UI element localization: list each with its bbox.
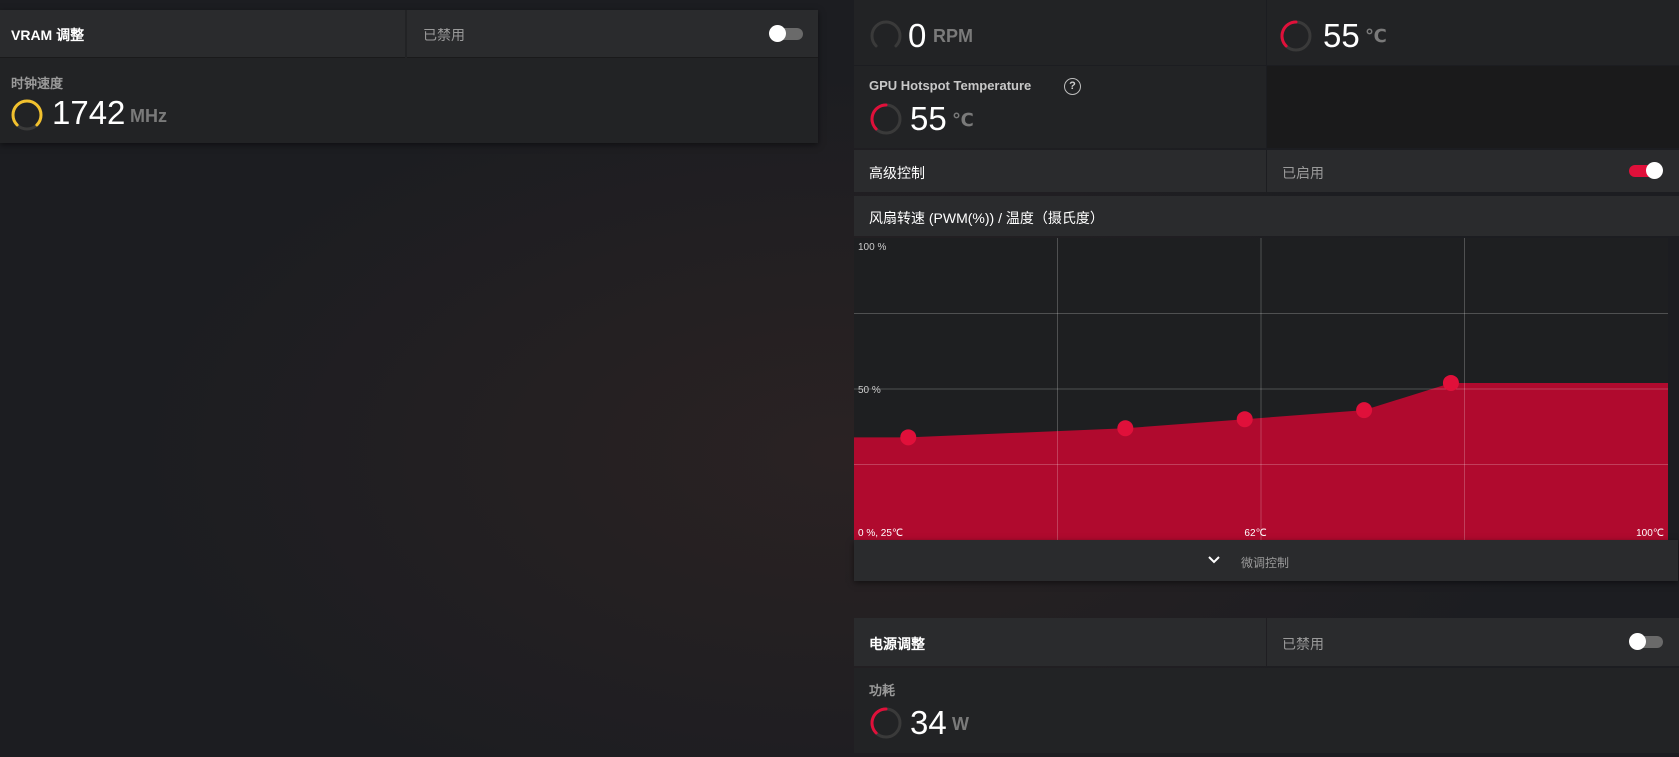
power-consumption-value: 34	[910, 704, 947, 741]
advanced-state: 已启用	[1282, 165, 1324, 181]
fan-rpm-value: 0	[908, 17, 927, 54]
fan-temp-value: 55	[1323, 17, 1360, 54]
help-icon[interactable]: ?	[1064, 78, 1081, 95]
hotspot-empty-cell	[1267, 66, 1679, 148]
temp-gauge-icon	[1280, 20, 1312, 52]
power-toggle[interactable]	[1629, 633, 1663, 650]
fan-temp-cell: 55 ℃	[1267, 0, 1679, 65]
power-state: 已禁用	[1282, 636, 1324, 652]
fan-curve-header: 风扇转速 (PWM(%)) / 温度（摄氏度）	[854, 196, 1679, 236]
hotspot-gauge-icon	[870, 103, 902, 135]
vram-header: VRAM 调整 已禁用	[0, 10, 818, 58]
curve-point[interactable]	[1442, 374, 1459, 391]
power-consumption-cell: 功耗 34 W	[854, 668, 1679, 753]
power-consumption-unit: W	[952, 714, 969, 734]
fan-curve-title: 风扇转速 (PWM(%)) / 温度（摄氏度）	[869, 210, 1104, 226]
advanced-toggle[interactable]	[1629, 162, 1663, 179]
curve-point[interactable]	[1236, 411, 1253, 428]
power-consumption-label: 功耗	[869, 683, 896, 698]
toggle-knob	[1646, 162, 1663, 179]
curve-point[interactable]	[1356, 402, 1373, 419]
vram-state: 已禁用	[423, 27, 465, 43]
vram-state-cell: 已禁用	[407, 10, 818, 58]
toggle-knob	[1629, 633, 1646, 650]
y-tick-label: 100 %	[858, 242, 886, 253]
vram-title-cell: VRAM 调整	[0, 10, 405, 58]
fan-rpm-cell: 0 RPM	[854, 0, 1266, 65]
power-title: 电源调整	[869, 636, 925, 652]
curve-point[interactable]	[900, 429, 917, 446]
clock-speed-value: 1742	[52, 94, 126, 131]
fan-temp-unit: ℃	[1365, 26, 1387, 46]
hotspot-unit: ℃	[952, 110, 974, 130]
advanced-control-label: 高级控制	[869, 165, 925, 181]
fan-curve-chart[interactable]: 100 % 50 % 0 %, 25℃ 62℃ 100℃	[854, 238, 1668, 540]
fan-curve-svg: 100 % 50 % 0 %, 25℃ 62℃ 100℃	[854, 238, 1668, 540]
toggle-knob	[769, 25, 786, 42]
vram-card: VRAM 调整 已禁用 时钟速度 1742 MHz	[0, 10, 818, 143]
y-tick-label: 50 %	[858, 385, 881, 396]
clock-speed-unit: MHz	[130, 106, 167, 126]
curve-point[interactable]	[1117, 420, 1134, 437]
vram-title: VRAM 调整	[11, 27, 85, 43]
chevron-down-icon[interactable]	[1206, 552, 1222, 568]
hotspot-value: 55	[910, 100, 947, 137]
power-gauge-icon	[870, 707, 902, 739]
clock-gauge-icon	[11, 99, 43, 131]
power-state-cell: 已禁用	[1267, 618, 1679, 666]
x-tick-label: 62℃	[1244, 528, 1266, 539]
fine-tune-label[interactable]: 微调控制	[1241, 554, 1289, 571]
x-tick-label: 0 %, 25℃	[858, 528, 903, 539]
hotspot-label: GPU Hotspot Temperature	[869, 78, 1032, 93]
x-tick-label: 100℃	[1636, 528, 1664, 539]
hotspot-cell: GPU Hotspot Temperature ? 55 ℃	[854, 66, 1266, 148]
power-title-cell: 电源调整	[854, 618, 1266, 666]
fan-rpm-gauge-icon	[870, 20, 902, 48]
advanced-control-cell: 高级控制	[854, 150, 1266, 192]
vram-toggle[interactable]	[769, 25, 803, 42]
clock-speed-label: 时钟速度	[11, 76, 64, 91]
advanced-state-cell: 已启用	[1267, 150, 1679, 192]
fan-rpm-unit: RPM	[933, 26, 973, 46]
